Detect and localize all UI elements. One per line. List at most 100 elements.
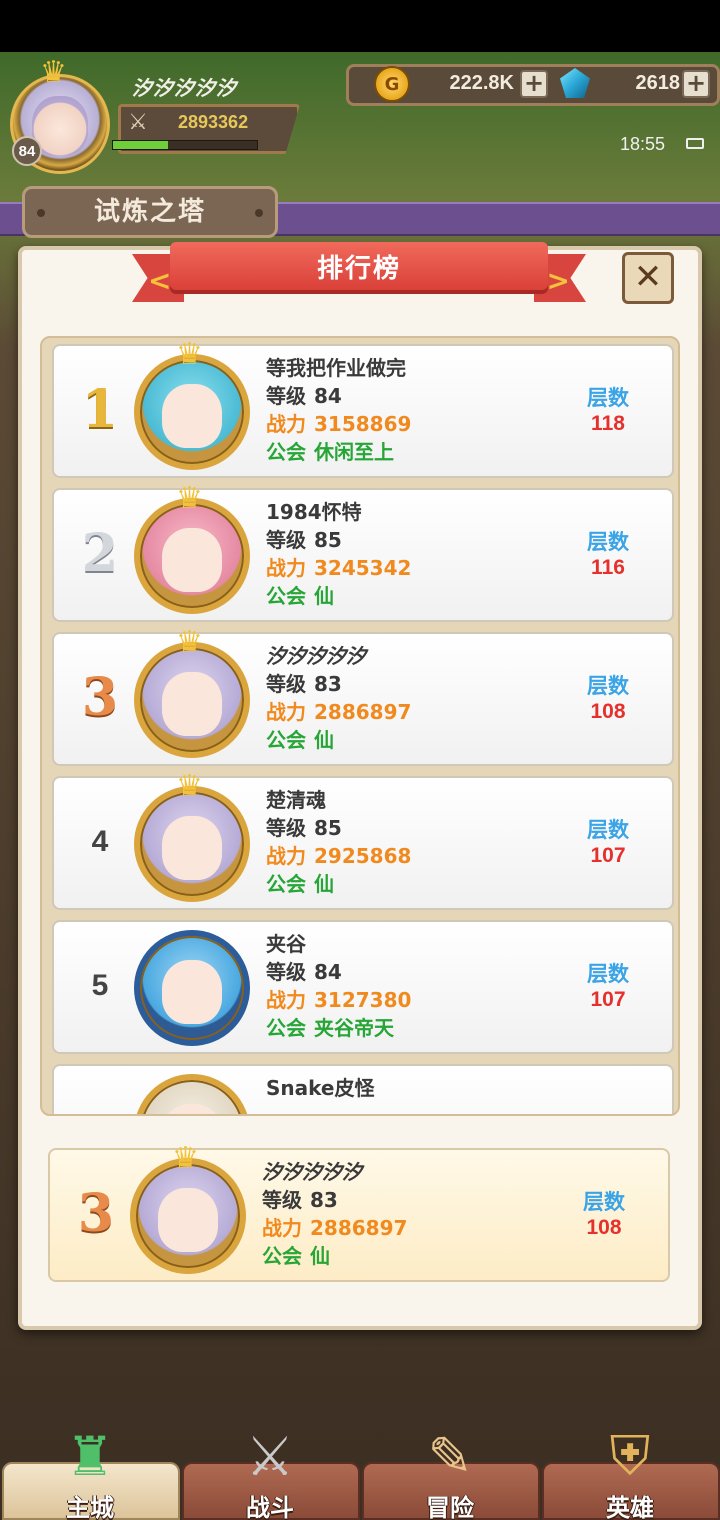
crown-icon: ♛ bbox=[176, 481, 203, 516]
power-label: 战力 bbox=[266, 556, 306, 580]
portrait-face bbox=[162, 960, 222, 1024]
guild-value: 仙 bbox=[310, 1244, 330, 1268]
crown-icon: ♛ bbox=[40, 55, 67, 90]
power-value: 2886897 bbox=[314, 700, 412, 724]
nav-label-heroes: 英雄 bbox=[606, 1494, 654, 1520]
player-name: Snake皮怪 bbox=[266, 1076, 375, 1100]
player-name: 汐汐汐汐汐 bbox=[262, 1160, 362, 1184]
modal-title: 排行榜 bbox=[316, 254, 401, 284]
rank-number: 1 bbox=[81, 379, 119, 440]
guild-value: 仙 bbox=[314, 584, 334, 608]
level-label: 等级 bbox=[266, 816, 306, 840]
hero-portrait bbox=[134, 930, 250, 1046]
floor-label: 层数 bbox=[587, 530, 629, 554]
map-scroll-icon: ✎ bbox=[427, 1424, 473, 1488]
crossed-swords-icon: ⚔ bbox=[128, 110, 148, 135]
clock-time: 18:55 bbox=[620, 134, 666, 154]
portrait-face bbox=[162, 1104, 222, 1114]
power-label: 战力 bbox=[266, 700, 306, 724]
player-power: 2893362 bbox=[178, 112, 249, 132]
location-title: 试炼之塔 bbox=[93, 197, 206, 227]
level-label: 等级 bbox=[266, 384, 306, 408]
rank-number: 4 bbox=[91, 825, 109, 858]
portrait-face bbox=[162, 384, 222, 448]
level-value: 85 bbox=[314, 528, 342, 552]
gem-amount: 2618 bbox=[635, 72, 681, 94]
power-value: 2886897 bbox=[310, 1216, 408, 1240]
player-name: 楚清魂 bbox=[266, 788, 326, 812]
level-value: 84 bbox=[314, 384, 342, 408]
close-button[interactable]: ✕ bbox=[622, 252, 674, 304]
level-label: 等级 bbox=[266, 672, 306, 696]
player-name: 汐汐汐汐汐 bbox=[132, 76, 237, 100]
guild-value: 夹谷帝天 bbox=[314, 1016, 394, 1040]
nav-label-adventure: 冒险 bbox=[426, 1494, 474, 1520]
portrait-face bbox=[162, 816, 222, 880]
power-label: 战力 bbox=[266, 988, 306, 1012]
add-gems-button[interactable]: + bbox=[682, 70, 710, 98]
floor-value: 107 bbox=[590, 844, 626, 867]
xp-bar bbox=[112, 140, 258, 150]
level-label: 等级 bbox=[262, 1188, 302, 1212]
floor-label: 层数 bbox=[583, 1190, 625, 1214]
floor-value: 108 bbox=[590, 700, 626, 723]
ranking-row[interactable]: 1 ♛ 等我把作业做完 等级 84 战力 3158869 公会 休闲至上 层数 118 bbox=[52, 340, 674, 478]
hero-portrait bbox=[134, 1074, 250, 1114]
rank-number: 3 bbox=[81, 667, 119, 728]
ranking-row[interactable]: Snake皮怪 bbox=[52, 1064, 674, 1114]
guild-label: 公会 bbox=[266, 440, 306, 464]
ribbon-chevron-left: < bbox=[148, 264, 172, 297]
portrait-face bbox=[158, 1188, 218, 1252]
guild-label: 公会 bbox=[266, 1016, 306, 1040]
power-value: 2925868 bbox=[314, 844, 412, 868]
hero-portrait: ♛ bbox=[134, 772, 250, 902]
ranking-list[interactable]: 1 ♛ 等我把作业做完 等级 84 战力 3158869 公会 休闲至上 层数 118… bbox=[40, 336, 680, 1116]
crown-icon: ♛ bbox=[176, 769, 203, 804]
power-value: 3245342 bbox=[314, 556, 412, 580]
hero-portrait: ♛ bbox=[134, 628, 250, 758]
battery-icon bbox=[686, 138, 704, 149]
level-value: 83 bbox=[314, 672, 342, 696]
floor-value: 116 bbox=[591, 556, 625, 579]
floor-label: 层数 bbox=[587, 386, 629, 410]
player-avatar[interactable]: ♛ 84 bbox=[2, 58, 120, 174]
floor-label: 层数 bbox=[587, 962, 629, 986]
level-value: 85 bbox=[314, 816, 342, 840]
level-label: 等级 bbox=[266, 528, 306, 552]
crown-icon: ♛ bbox=[172, 1141, 199, 1176]
castle-icon: ♜ bbox=[65, 1424, 115, 1488]
portrait-face bbox=[162, 672, 222, 736]
guild-value: 仙 bbox=[314, 728, 334, 752]
plaque-rivet bbox=[37, 209, 45, 217]
ranking-row[interactable]: 4 ♛ 楚清魂 等级 85 战力 2925868 公会仙 层数 107 bbox=[52, 772, 674, 910]
floor-label: 层数 bbox=[587, 818, 629, 842]
location-title-plaque: 试炼之塔 bbox=[22, 186, 278, 238]
guild-value: 休闲至上 bbox=[314, 440, 394, 464]
player-name: 1984怀特 bbox=[266, 500, 362, 524]
player-name: 等我把作业做完 bbox=[266, 356, 406, 380]
floor-value: 118 bbox=[591, 412, 625, 435]
ranking-row[interactable]: 3 ♛ 汐汐汐汐汐 等级 83 战力 2886897 公会仙 层数 108 bbox=[52, 628, 674, 766]
player-level-badge: 84 bbox=[12, 136, 42, 166]
power-label: 战力 bbox=[266, 844, 306, 868]
power-label: 战力 bbox=[262, 1216, 302, 1240]
hero-portrait: ♛ bbox=[134, 484, 250, 614]
nav-label-main-city: 主城 bbox=[66, 1494, 114, 1520]
ranking-row[interactable]: 2 ♛ 1984怀特 等级 85 战力 3245342 公会仙 层数 116 bbox=[52, 484, 674, 622]
hero-portrait: ♛ bbox=[130, 1144, 246, 1274]
power-label: 战力 bbox=[266, 412, 306, 436]
portrait-face bbox=[162, 528, 222, 592]
gold-coin-icon: G bbox=[374, 66, 410, 102]
plaque-rivet bbox=[255, 209, 263, 217]
player-name: 夹谷 bbox=[266, 932, 306, 956]
add-gold-button[interactable]: + bbox=[520, 70, 548, 98]
rank-number: 3 bbox=[77, 1183, 115, 1244]
level-value: 83 bbox=[310, 1188, 338, 1212]
guild-label: 公会 bbox=[262, 1244, 302, 1268]
guild-label: 公会 bbox=[266, 584, 306, 608]
rank-number: 2 bbox=[81, 523, 119, 584]
level-value: 84 bbox=[314, 960, 342, 984]
ranking-row[interactable]: 5 夹谷 等级 84 战力 3127380 公会 夹谷帝天 层数 107 bbox=[52, 920, 674, 1054]
rank-number: 5 bbox=[91, 969, 109, 1002]
player-name: 汐汐汐汐汐 bbox=[266, 644, 366, 668]
